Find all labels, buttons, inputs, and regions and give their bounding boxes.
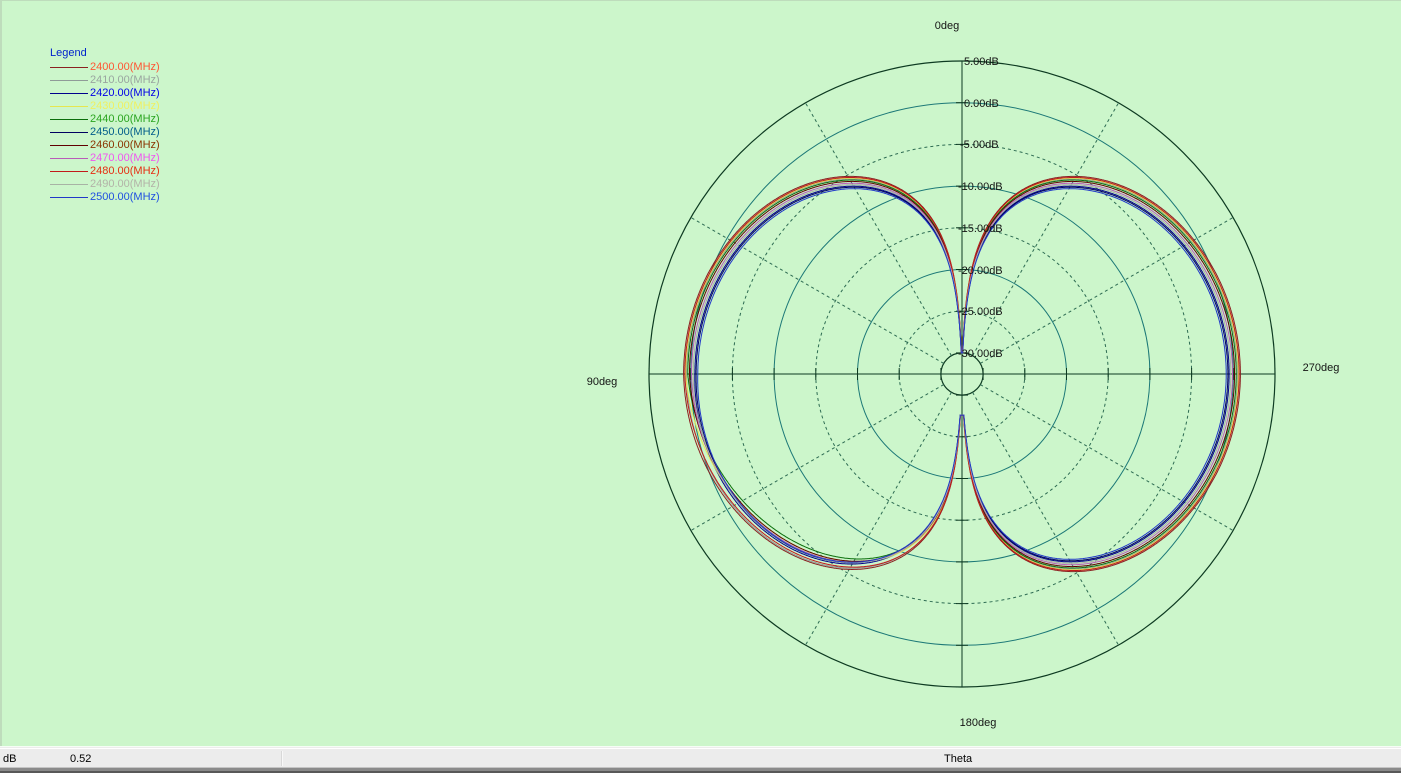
status-axis-value: 0.52 — [70, 753, 91, 765]
legend-item-label: 2500.00(MHz) — [90, 191, 160, 204]
r-tick-label: 5.00dB — [964, 56, 999, 68]
legend-line-swatch — [50, 171, 88, 172]
legend: Legend 2400.00(MHz) 2410.00(MHz) 2420.00… — [50, 47, 160, 204]
legend-line-swatch — [50, 80, 88, 81]
radial-axis-labels: 5.00dB 0.00dB -5.00dB -10.00dB -15.00dB … — [958, 56, 1003, 360]
legend-item-label: 2420.00(MHz) — [90, 87, 160, 100]
legend-line-swatch — [50, 145, 88, 146]
legend-item-label: 2470.00(MHz) — [90, 152, 160, 165]
legend-item-label: 2460.00(MHz) — [90, 139, 160, 152]
window-bottom-edge — [0, 767, 1401, 773]
legend-item: 2490.00(MHz) — [50, 178, 160, 191]
legend-item-label: 2450.00(MHz) — [90, 126, 160, 139]
legend-item: 2450.00(MHz) — [50, 126, 160, 139]
legend-line-swatch — [50, 158, 88, 159]
legend-line-swatch — [50, 119, 88, 120]
status-x-axis-label: Theta — [944, 753, 972, 765]
angle-label-90deg: 90deg — [587, 376, 618, 388]
pattern-viewer-window: 5.00dB 0.00dB -5.00dB -10.00dB -15.00dB … — [0, 0, 1401, 772]
legend-item: 2410.00(MHz) — [50, 74, 160, 87]
status-bar-separator — [281, 751, 283, 766]
legend-item: 2470.00(MHz) — [50, 152, 160, 165]
legend-line-swatch — [50, 67, 88, 68]
polar-plot-canvas: 5.00dB 0.00dB -5.00dB -10.00dB -15.00dB … — [0, 0, 1401, 752]
legend-item: 2480.00(MHz) — [50, 165, 160, 178]
legend-title: Legend — [50, 47, 160, 60]
legend-item-label: 2400.00(MHz) — [90, 61, 160, 74]
legend-line-swatch — [50, 106, 88, 107]
legend-item-label: 2440.00(MHz) — [90, 113, 160, 126]
r-tick-label: -15.00dB — [958, 223, 1003, 235]
legend-item: 2440.00(MHz) — [50, 113, 160, 126]
r-tick-label: -20.00dB — [958, 265, 1003, 277]
polar-grid — [649, 61, 1275, 687]
legend-item: 2420.00(MHz) — [50, 87, 160, 100]
legend-item-label: 2430.00(MHz) — [90, 100, 160, 113]
legend-item: 2400.00(MHz) — [50, 61, 160, 74]
r-tick-label: -25.00dB — [958, 306, 1003, 318]
status-bar: dB 0.52 Theta — [0, 746, 1401, 772]
legend-line-swatch — [50, 93, 88, 94]
legend-item-label: 2490.00(MHz) — [90, 178, 160, 191]
polar-plot-area: 5.00dB 0.00dB -5.00dB -10.00dB -15.00dB … — [0, 0, 1401, 752]
legend-line-swatch — [50, 132, 88, 133]
r-tick-label: -10.00dB — [958, 181, 1003, 193]
status-axis-unit-label: dB — [3, 753, 16, 765]
legend-item-label: 2410.00(MHz) — [90, 74, 160, 87]
angle-label-270deg: 270deg — [1303, 362, 1340, 374]
legend-line-swatch — [50, 197, 88, 198]
legend-item: 2500.00(MHz) — [50, 191, 160, 204]
angle-label-180deg: 180deg — [960, 717, 997, 729]
status-bar-panel: dB 0.52 Theta — [0, 748, 1401, 768]
angle-label-0deg: 0deg — [935, 20, 959, 32]
r-tick-label: -5.00dB — [960, 139, 999, 151]
legend-item-label: 2480.00(MHz) — [90, 165, 160, 178]
r-tick-label: 0.00dB — [964, 98, 999, 110]
legend-item: 2460.00(MHz) — [50, 139, 160, 152]
legend-item: 2430.00(MHz) — [50, 100, 160, 113]
legend-line-swatch — [50, 184, 88, 185]
r-tick-label: -30.00dB — [958, 348, 1003, 360]
